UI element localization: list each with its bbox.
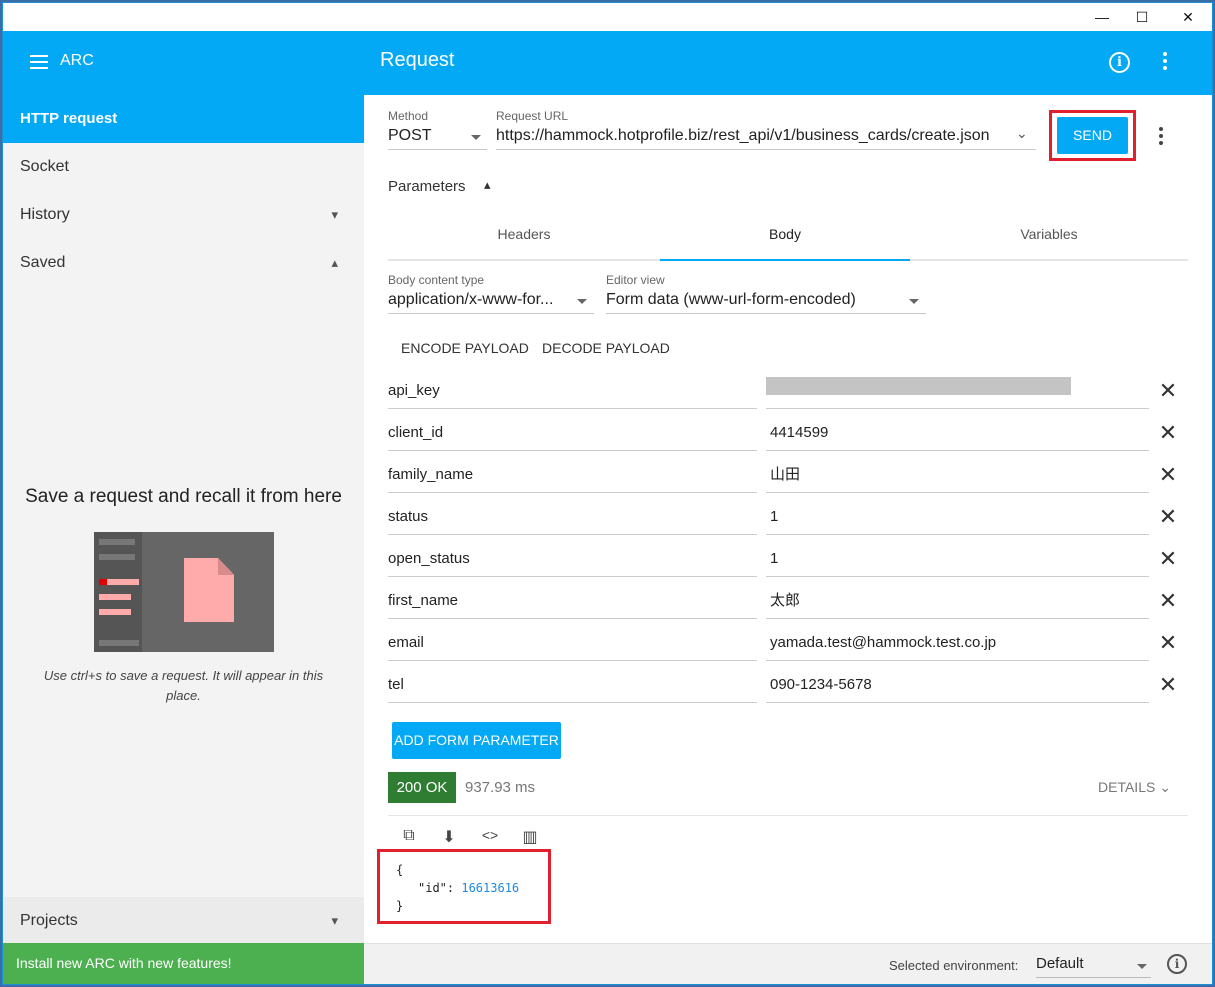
param-key-input[interactable]: family_name [388,453,757,493]
sidebar-item-label: Socket [20,158,69,175]
parameters-toggle[interactable]: Parameters [388,178,466,195]
param-value-input[interactable] [766,369,1149,409]
sidebar-item-socket[interactable]: Socket [3,143,364,191]
copy-icon[interactable]: ⧉ [398,827,420,849]
close-icon[interactable]: ✕ [1156,453,1180,493]
info-icon[interactable]: i [1109,52,1130,73]
chevron-down-icon: ▾ [331,913,338,928]
tab-variables[interactable]: Variables [910,213,1188,259]
param-key-input[interactable]: open_status [388,537,757,577]
details-button[interactable]: DETAILS ⌄ [1098,779,1171,796]
tab-body[interactable]: Body [660,213,910,261]
close-icon[interactable]: ✕ [1156,411,1180,451]
chevron-down-icon: ▾ [331,207,338,222]
tab-headers[interactable]: Headers [388,213,660,259]
param-key-input[interactable]: tel [388,663,757,703]
sidebar-item-saved[interactable]: Saved ▴ [3,239,364,287]
empty-state-title: Save a request and recall it from here [25,486,342,507]
sidebar-item-http-request[interactable]: HTTP request [3,95,364,143]
code-icon[interactable]: <> [476,827,504,849]
param-key-input[interactable]: email [388,621,757,661]
close-icon[interactable]: ✕ [1156,537,1180,577]
info-icon[interactable]: i [1167,954,1187,974]
param-value-input[interactable]: 1 [766,537,1149,577]
param-value-input[interactable]: yamada.test@hammock.test.co.jp [766,621,1149,661]
param-value-input[interactable]: 山田 [766,453,1149,493]
content-type-label: Body content type [388,273,485,287]
app-bar: ARC Request i [3,31,1212,95]
json-open-brace: { [396,863,404,877]
json-close-brace: } [396,899,404,913]
send-button[interactable]: SEND [1057,117,1128,154]
content-type-select[interactable]: application/x-www-for... [388,291,558,309]
method-label: Method [388,109,429,123]
page-title: Request [380,49,455,71]
close-icon[interactable]: ✕ [1156,579,1180,619]
json-value: 16613616 [461,881,520,895]
close-icon[interactable]: ✕ [1156,369,1180,409]
sidebar: HTTP request Socket History ▾ Saved ▴ Sa… [3,95,364,984]
method-select[interactable]: POST [388,127,432,145]
app-window: — ☐ ✕ ARC Request i HTTP request Socket … [2,2,1213,985]
chevron-up-icon[interactable]: ▴ [484,177,491,193]
param-value-input[interactable]: 090-1234-5678 [766,663,1149,703]
param-value-input[interactable]: 4414599 [766,411,1149,451]
close-icon[interactable]: ✕ [1156,621,1180,661]
response-body: { "id": 16613616 } [396,861,519,915]
status-badge: 200 OK [388,772,456,803]
request-panel: Method POST Request URL https://hammock.… [364,95,1212,984]
param-key-input[interactable]: status [388,495,757,535]
more-vert-icon[interactable] [1163,52,1169,73]
url-input[interactable]: https://hammock.hotprofile.biz/rest_api/… [496,127,1011,145]
title-bar: — ☐ ✕ [3,3,1212,31]
param-key-input[interactable]: api_key [388,369,757,409]
close-icon[interactable]: ✕ [1156,495,1180,535]
sidebar-item-label: HTTP request [20,110,118,127]
environment-label: Selected environment: [889,958,1019,973]
close-icon[interactable]: ✕ [1156,663,1180,703]
url-label: Request URL [496,109,569,123]
maximize-button[interactable]: ☐ [1119,3,1165,31]
save-icon[interactable]: ⬇ [438,827,460,849]
dropdown-caret-icon [577,299,587,304]
dropdown-caret-icon [471,135,481,140]
json-line: "id": 16613616 [396,879,519,897]
chevron-down-icon[interactable]: ⌄ [1016,125,1028,142]
sidebar-item-label: Projects [20,912,78,929]
editor-view-select[interactable]: Form data (www-url-form-encoded) [606,291,896,309]
footer-bar: Selected environment: Default i [364,943,1212,984]
close-window-button[interactable]: ✕ [1165,3,1211,31]
redacted-value [766,377,1071,395]
sidebar-item-projects[interactable]: Projects ▾ [3,897,364,945]
parameter-tabs: Headers Body Variables [388,213,1188,261]
chevron-up-icon: ▴ [331,255,338,270]
encode-payload-button[interactable]: ENCODE PAYLOAD [401,340,529,356]
editor-view-label: Editor view [606,273,665,287]
empty-state-illustration [94,532,274,652]
json-key: "id": [418,881,462,895]
app-brand: ARC [60,52,94,69]
menu-icon[interactable] [30,55,48,69]
request-menu-icon[interactable] [1159,127,1163,148]
response-time: 937.93 ms [465,779,536,796]
dropdown-caret-icon [909,299,919,304]
dropdown-caret-icon [1137,964,1147,969]
install-banner[interactable]: Install new ARC with new features! [3,943,364,984]
divider [388,815,1188,816]
param-key-input[interactable]: client_id [388,411,757,451]
sidebar-item-label: Saved [20,254,66,271]
sidebar-item-history[interactable]: History ▾ [3,191,364,239]
decode-payload-button[interactable]: DECODE PAYLOAD [542,340,670,356]
columns-icon[interactable]: ▥ [519,827,541,849]
environment-select[interactable]: Default [1036,955,1084,972]
empty-state-hint: Use ctrl+s to save a request. It will ap… [43,668,324,703]
add-form-parameter-button[interactable]: ADD FORM PARAMETER [392,722,561,759]
param-value-input[interactable]: 1 [766,495,1149,535]
sidebar-item-label: History [20,206,70,223]
param-value-input[interactable]: 太郎 [766,579,1149,619]
param-key-input[interactable]: first_name [388,579,757,619]
